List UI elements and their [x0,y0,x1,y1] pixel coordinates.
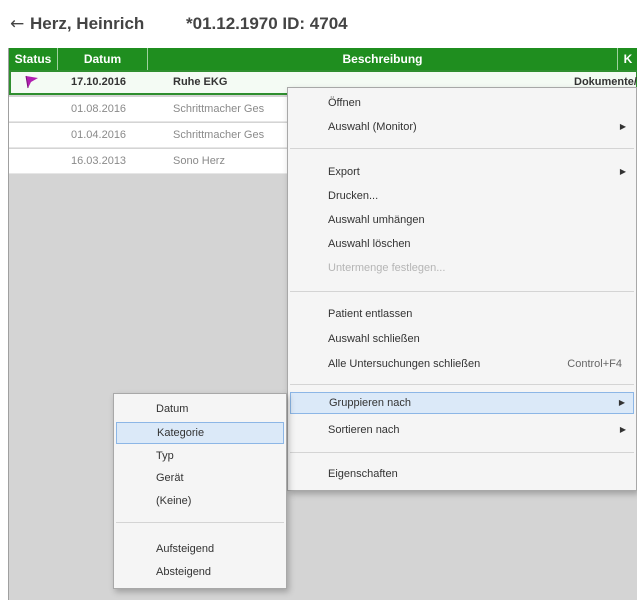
chevron-right-icon: ▶ [619,167,626,176]
patient-info: *01.12.1970 ID: 4704 [186,14,348,33]
column-header-status[interactable]: Status [9,48,58,70]
row-datum: 01.04.2016 [71,129,127,141]
submenu-item-kategorie[interactable]: Kategorie [116,422,284,444]
submenu-item-keine[interactable]: (Keine) [116,490,284,512]
menu-item-label: Auswahl (Monitor) [328,121,417,133]
submenu-item-datum[interactable]: Datum [116,398,284,420]
menu-item-untermenge: Untermenge festlegen... [328,262,446,274]
menu-separator [290,148,634,149]
menu-item-auswahl-monitor[interactable]: Auswahl (Monitor) ▶ [290,116,634,138]
menu-item-label: Export [328,166,360,178]
menu-item-sortieren[interactable]: Sortieren nach ▶ [290,419,634,441]
group-by-submenu: Datum Kategorie Typ Gerät (Keine) Aufste… [113,393,287,589]
menu-item-gruppieren[interactable]: Gruppieren nach ▶ [290,392,634,414]
column-header-kategorie[interactable]: K [618,48,637,70]
column-header-datum[interactable]: Datum [58,48,148,70]
row-beschreibung: Ruhe EKG [173,76,228,88]
row-beschreibung: Sono Herz [173,155,225,167]
menu-item-auswahl-loeschen[interactable]: Auswahl löschen [290,233,634,255]
row-datum: 16.03.2013 [71,155,127,167]
submenu-item-aufsteigend[interactable]: Aufsteigend [116,538,284,560]
grid-header: Status Datum Beschreibung K [9,48,637,70]
menu-item-label: Sortieren nach [328,424,400,436]
column-header-beschreibung[interactable]: Beschreibung [148,48,618,70]
menu-item-auswahl-umhaengen[interactable]: Auswahl umhängen [290,209,634,231]
menu-item-label: Alle Untersuchungen schließen [328,358,481,370]
menu-separator [290,452,634,453]
menu-item-drucken[interactable]: Drucken... [290,185,634,207]
row-beschreibung: Schrittmacher Ges [173,129,265,141]
arrow-left-icon[interactable]: ← [10,14,24,34]
menu-item-export[interactable]: Export ▶ [290,161,634,183]
row-datum: 01.08.2016 [71,103,127,115]
menu-item-label: Gruppieren nach [329,397,411,409]
menu-separator [116,522,284,523]
shortcut-label: Control+F4 [567,358,622,370]
submenu-item-typ[interactable]: Typ [116,445,284,467]
submenu-item-absteigend[interactable]: Absteigend [116,561,284,583]
menu-separator [290,384,634,385]
menu-separator [290,291,634,292]
row-datum: 17.10.2016 [71,76,127,88]
submenu-item-geraet[interactable]: Gerät [116,467,284,489]
patient-name: Herz, Heinrich [30,14,145,33]
menu-item-oeffnen[interactable]: Öffnen [290,92,634,114]
menu-item-patient-entlassen[interactable]: Patient entlassen [290,303,634,325]
chevron-right-icon: ▶ [618,398,625,407]
menu-item-alle-schliessen[interactable]: Alle Untersuchungen schließen Control+F4 [290,353,634,375]
chevron-right-icon: ▶ [619,425,626,434]
patient-header: ← Herz, Heinrich *01.12.1970 ID: 4704 [0,0,637,44]
flag-icon [25,75,38,89]
menu-item-eigenschaften[interactable]: Eigenschaften [290,463,634,485]
row-beschreibung: Schrittmacher Ges [173,103,265,115]
menu-item-auswahl-schliessen[interactable]: Auswahl schließen [290,328,634,350]
context-menu: Öffnen Auswahl (Monitor) ▶ Export ▶ Druc… [287,87,637,491]
chevron-right-icon: ▶ [619,122,626,131]
